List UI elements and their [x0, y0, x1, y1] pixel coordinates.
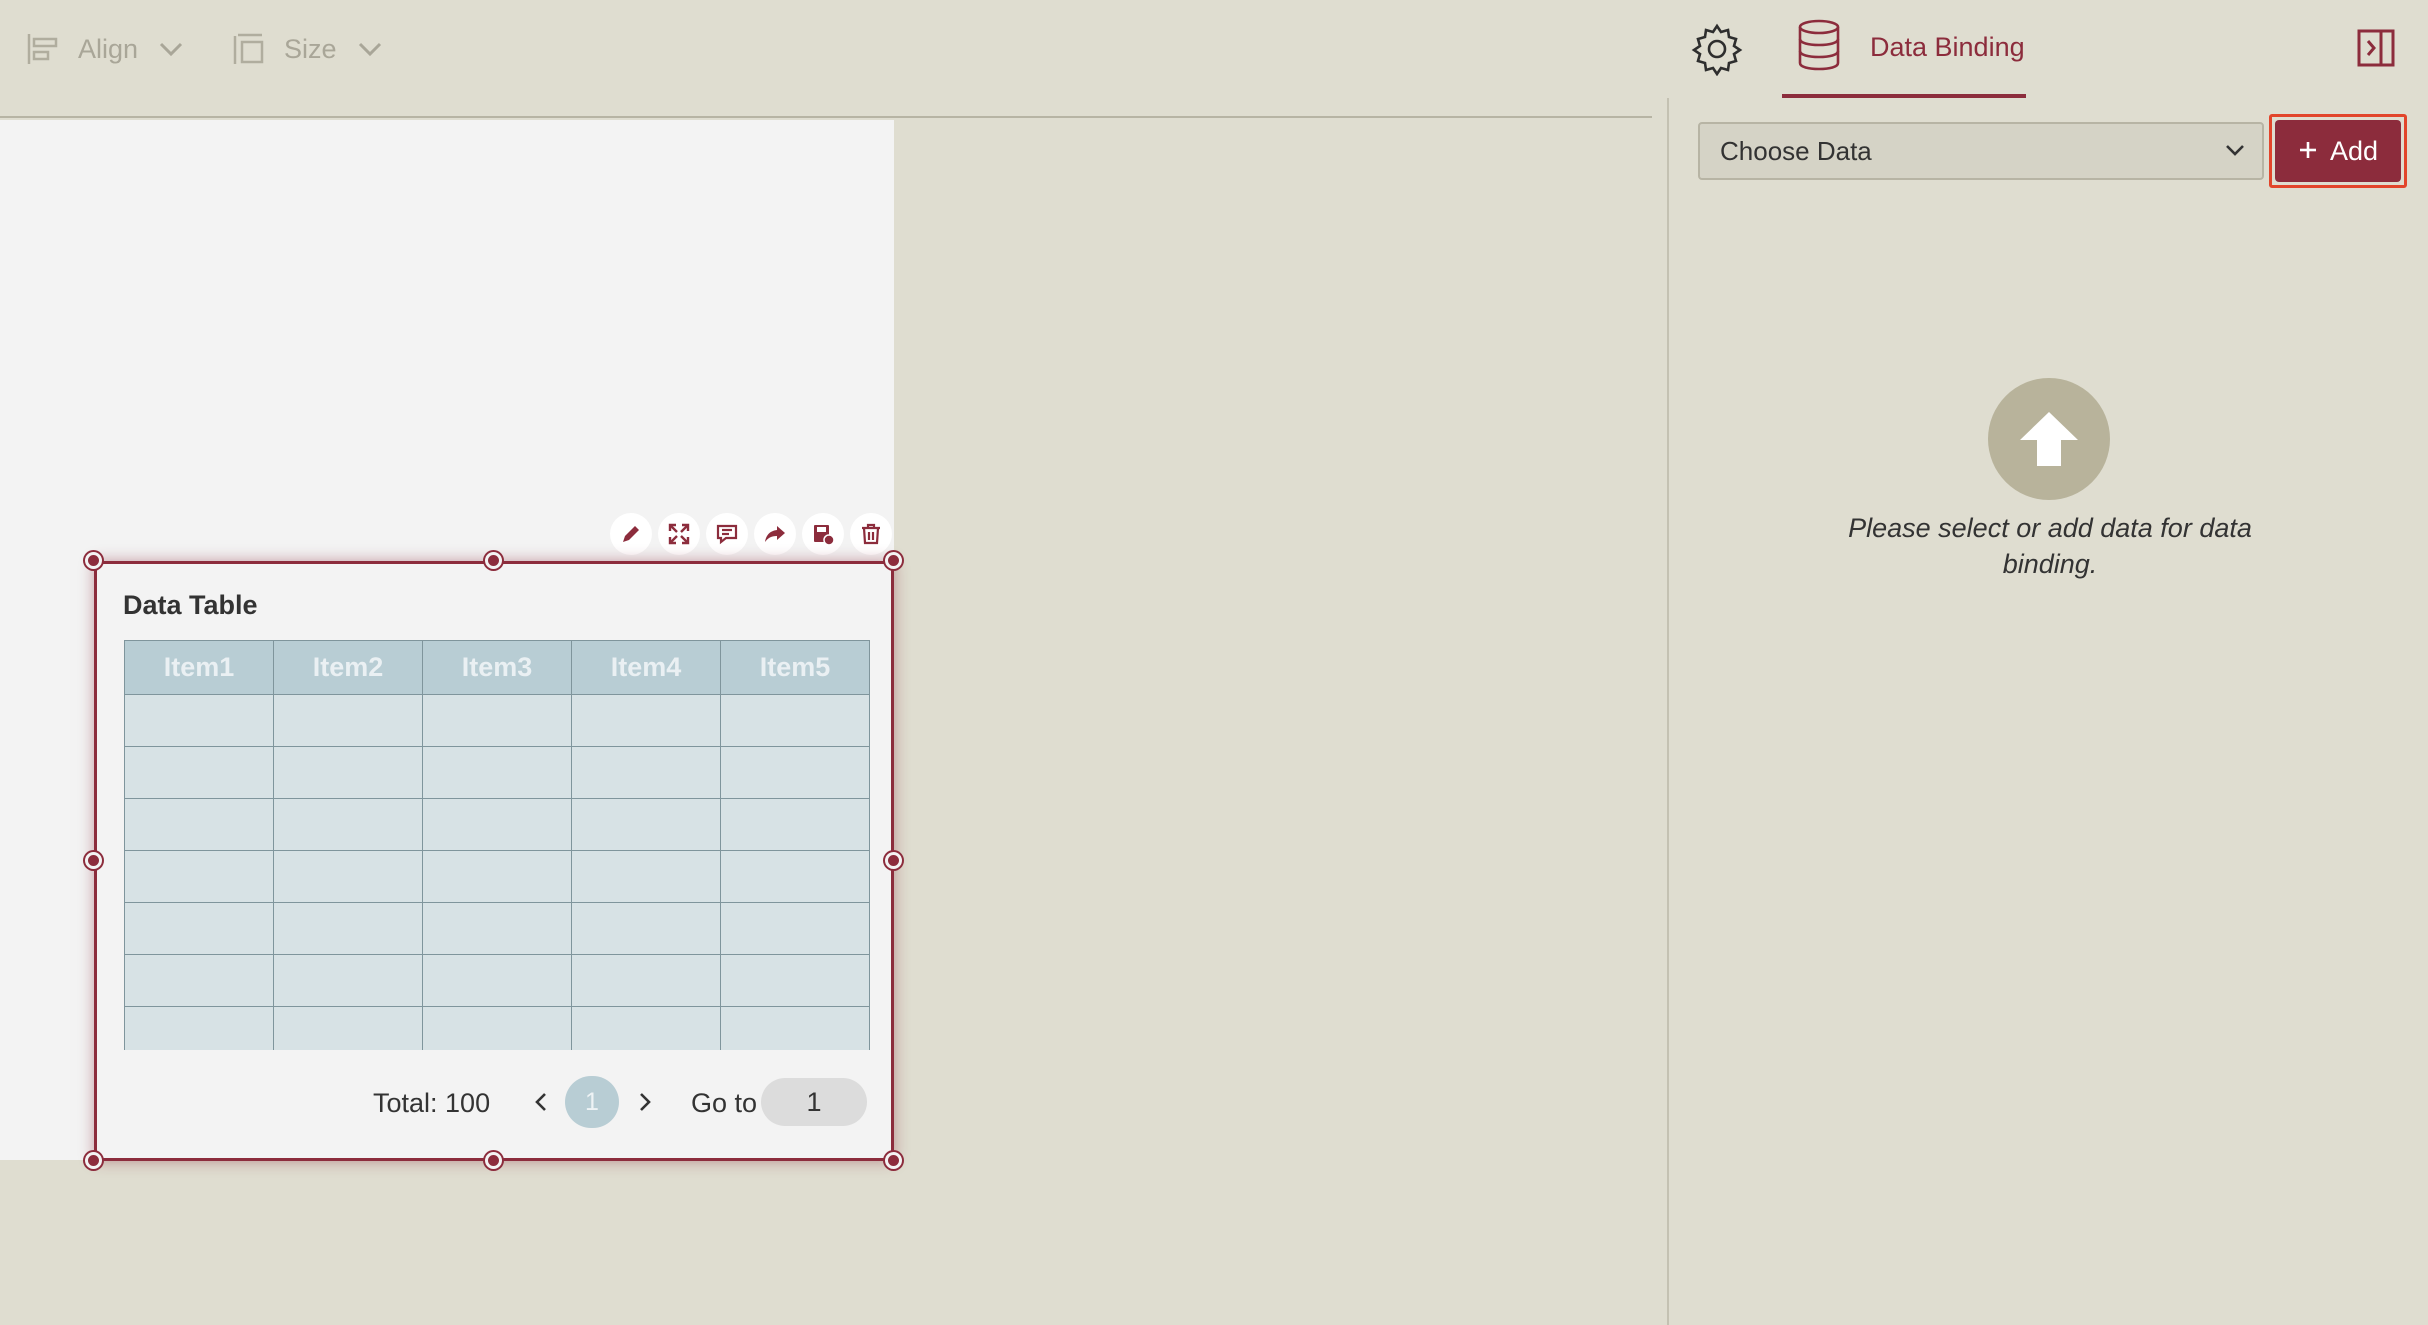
table-row [124, 902, 870, 955]
chevron-down-icon [158, 41, 184, 57]
table-cell [273, 902, 423, 955]
panel-divider [1667, 98, 1669, 1325]
table-row [124, 1006, 870, 1050]
table-cell [273, 954, 423, 1007]
align-left-icon [26, 32, 60, 66]
current-page[interactable]: 1 [565, 1076, 619, 1128]
table-cell [720, 902, 870, 955]
table-cell [124, 798, 274, 851]
table-cell [720, 798, 870, 851]
tab-data-binding-label: Data Binding [1870, 31, 2025, 62]
table-cell [273, 694, 423, 747]
data-table-widget[interactable]: Data Table Item1 Item2 Item3 Item4 Item5 [94, 561, 894, 1161]
table-cell [571, 1006, 721, 1050]
table-cell [571, 798, 721, 851]
table-cell [273, 850, 423, 903]
table-cell [422, 850, 572, 903]
upload-icon [1988, 378, 2110, 500]
size-icon [232, 32, 266, 66]
chevron-left-icon[interactable] [529, 1084, 553, 1120]
table-header-row: Item1 Item2 Item3 Item4 Item5 [124, 640, 870, 695]
table-cell [273, 1006, 423, 1050]
table-cell [571, 746, 721, 799]
resize-handle[interactable] [485, 1152, 502, 1169]
settings-gear-icon[interactable] [1690, 22, 1744, 77]
empty-state-message: Please select or add data for data bindi… [1848, 513, 2252, 579]
column-header: Item5 [720, 640, 870, 695]
table-row [124, 954, 870, 1007]
share-arrow-icon[interactable] [754, 513, 796, 555]
pagination: Total: 100 1 Go to [97, 1076, 891, 1130]
goto-page-input[interactable] [761, 1078, 867, 1126]
tab-data-binding[interactable]: Data Binding [1782, 0, 2026, 98]
table-cell [124, 954, 274, 1007]
data-table: Item1 Item2 Item3 Item4 Item5 [124, 640, 870, 1050]
table-cell [124, 902, 274, 955]
chevron-down-icon [2226, 145, 2244, 156]
table-cell [124, 1006, 274, 1050]
table-cell [720, 1006, 870, 1050]
expand-icon[interactable] [658, 513, 700, 555]
resize-handle[interactable] [885, 552, 902, 569]
table-cell [422, 746, 572, 799]
column-header: Item2 [273, 640, 423, 695]
save-data-icon[interactable] [802, 513, 844, 555]
table-row [124, 746, 870, 799]
table-cell [571, 954, 721, 1007]
total-count: Total: 100 [373, 1088, 491, 1118]
plus-icon [2298, 136, 2318, 167]
table-cell [273, 798, 423, 851]
chevron-right-icon[interactable] [633, 1084, 657, 1120]
resize-handle[interactable] [85, 1152, 102, 1169]
column-header: Item3 [422, 640, 572, 695]
table-cell [571, 850, 721, 903]
choose-data-select[interactable]: Choose Data [1698, 122, 2264, 180]
top-toolbar: Align Size [0, 0, 1652, 118]
size-label: Size [284, 33, 337, 64]
table-cell [124, 746, 274, 799]
table-cell [422, 694, 572, 747]
table-cell [571, 902, 721, 955]
table-cell [422, 902, 572, 955]
table-area: Item1 Item2 Item3 Item4 Item5 [97, 564, 891, 1050]
resize-handle[interactable] [885, 1152, 902, 1169]
table-cell [422, 1006, 572, 1050]
table-row [124, 850, 870, 903]
table-cell [273, 746, 423, 799]
comment-icon[interactable] [706, 513, 748, 555]
resize-handle[interactable] [885, 852, 902, 869]
table-cell [720, 746, 870, 799]
chevron-down-icon [357, 41, 383, 57]
resize-handle[interactable] [85, 552, 102, 569]
table-cell [422, 954, 572, 1007]
resize-handle[interactable] [485, 552, 502, 569]
table-cell [124, 694, 274, 747]
align-dropdown[interactable]: Align [26, 26, 184, 72]
trash-icon[interactable] [850, 513, 892, 555]
widget-actions [610, 513, 892, 555]
choose-data-value: Choose Data [1720, 135, 1872, 166]
goto-label: Go to [691, 1088, 758, 1118]
column-header: Item1 [124, 640, 274, 695]
table-cell [720, 954, 870, 1007]
table-cell [571, 694, 721, 747]
size-dropdown[interactable]: Size [232, 26, 383, 72]
table-cell [422, 798, 572, 851]
edit-pencil-icon[interactable] [610, 513, 652, 555]
add-data-button[interactable]: Add [2275, 120, 2401, 182]
table-row [124, 694, 870, 747]
align-label: Align [78, 33, 139, 64]
table-cell [124, 850, 274, 903]
resize-handle[interactable] [85, 852, 102, 869]
panel-toggle-icon[interactable] [2356, 28, 2396, 68]
table-cell [720, 694, 870, 747]
add-label: Add [2329, 135, 2379, 166]
table-row [124, 798, 870, 851]
table-cell [720, 850, 870, 903]
database-icon [1796, 19, 1842, 76]
column-header: Item4 [571, 640, 721, 695]
